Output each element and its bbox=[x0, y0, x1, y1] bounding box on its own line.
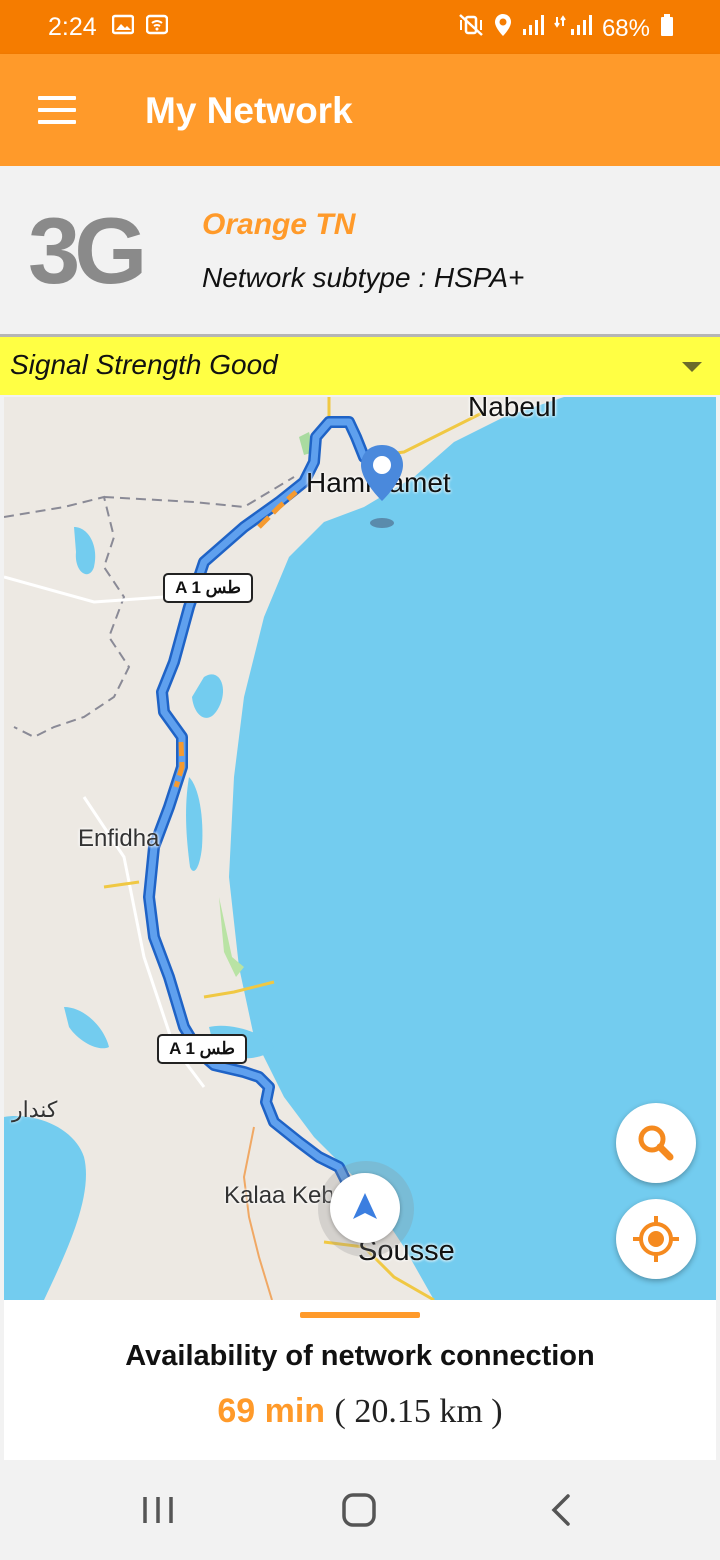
road bbox=[242, 1126, 273, 1300]
availability-summary: 69 min ( 20.15 km ) bbox=[4, 1392, 716, 1431]
network-generation: 3G bbox=[28, 198, 147, 303]
map-view[interactable]: Nabeul Hammamet Enfidha كندار Kalaa Kebi… bbox=[4, 397, 716, 1300]
road-shield: A 1 طس bbox=[163, 573, 253, 603]
availability-panel: Availability of network connection 69 mi… bbox=[4, 1300, 716, 1460]
network-subtype: Network subtype : HSPA+ bbox=[202, 262, 525, 293]
place-label-nabeul: Nabeul bbox=[468, 397, 557, 422]
availability-time: 69 min bbox=[217, 1392, 326, 1430]
back-icon bbox=[551, 1494, 570, 1526]
region-border bbox=[103, 476, 295, 509]
place-label-kalaa: Kalaa Kebira bbox=[224, 1182, 332, 1209]
search-icon bbox=[638, 1125, 674, 1161]
home-icon bbox=[342, 1493, 376, 1527]
sheet-handle[interactable] bbox=[300, 1312, 420, 1318]
place-label-kondar: كندار bbox=[12, 1097, 58, 1122]
destination-pin-icon[interactable] bbox=[360, 443, 416, 533]
gallery-icon bbox=[111, 14, 135, 41]
availability-distance: ( 20.15 km ) bbox=[334, 1393, 503, 1430]
mute-vibrate-icon bbox=[458, 13, 484, 44]
menu-icon[interactable] bbox=[38, 96, 76, 124]
status-bar: 2:24 68% bbox=[0, 0, 720, 54]
recent-apps-button[interactable] bbox=[128, 1488, 188, 1532]
signal-strength-selector[interactable]: Signal Strength Good bbox=[0, 337, 720, 395]
place-label-enfidha: Enfidha bbox=[78, 825, 160, 852]
my-location-button[interactable] bbox=[616, 1199, 696, 1279]
lake bbox=[4, 1116, 86, 1300]
lake bbox=[74, 527, 96, 575]
system-nav-bar bbox=[0, 1460, 720, 1560]
back-button[interactable] bbox=[530, 1488, 590, 1532]
dropdown-icon bbox=[682, 362, 702, 372]
wifi-icon bbox=[145, 14, 169, 41]
signal-icon bbox=[554, 14, 592, 43]
battery-icon bbox=[660, 13, 674, 44]
navigation-arrow-icon[interactable] bbox=[330, 1173, 400, 1243]
status-time: 2:24 bbox=[48, 13, 97, 41]
recent-apps-icon bbox=[143, 1497, 173, 1523]
battery-percent: 68% bbox=[601, 14, 650, 42]
my-location-icon bbox=[633, 1216, 679, 1262]
availability-title: Availability of network connection bbox=[125, 1340, 595, 1372]
lake bbox=[64, 1007, 109, 1049]
status-right: 68% bbox=[458, 13, 674, 44]
region-border bbox=[4, 495, 131, 739]
page-title: My Network bbox=[145, 90, 353, 131]
app-bar: My Network bbox=[0, 54, 720, 166]
signal-icon bbox=[522, 14, 544, 43]
road-shield: A 1 طس bbox=[157, 1034, 247, 1064]
home-button[interactable] bbox=[329, 1488, 389, 1532]
lake bbox=[192, 674, 224, 718]
carrier-name: Orange TN bbox=[202, 208, 356, 241]
location-icon bbox=[494, 13, 512, 44]
signal-strength-label: Signal Strength Good bbox=[10, 349, 278, 380]
road bbox=[103, 880, 140, 889]
map-search-button[interactable] bbox=[616, 1103, 696, 1183]
network-info-panel: 3G Orange TN Network subtype : HSPA+ bbox=[0, 166, 720, 337]
lagoon bbox=[186, 777, 203, 871]
